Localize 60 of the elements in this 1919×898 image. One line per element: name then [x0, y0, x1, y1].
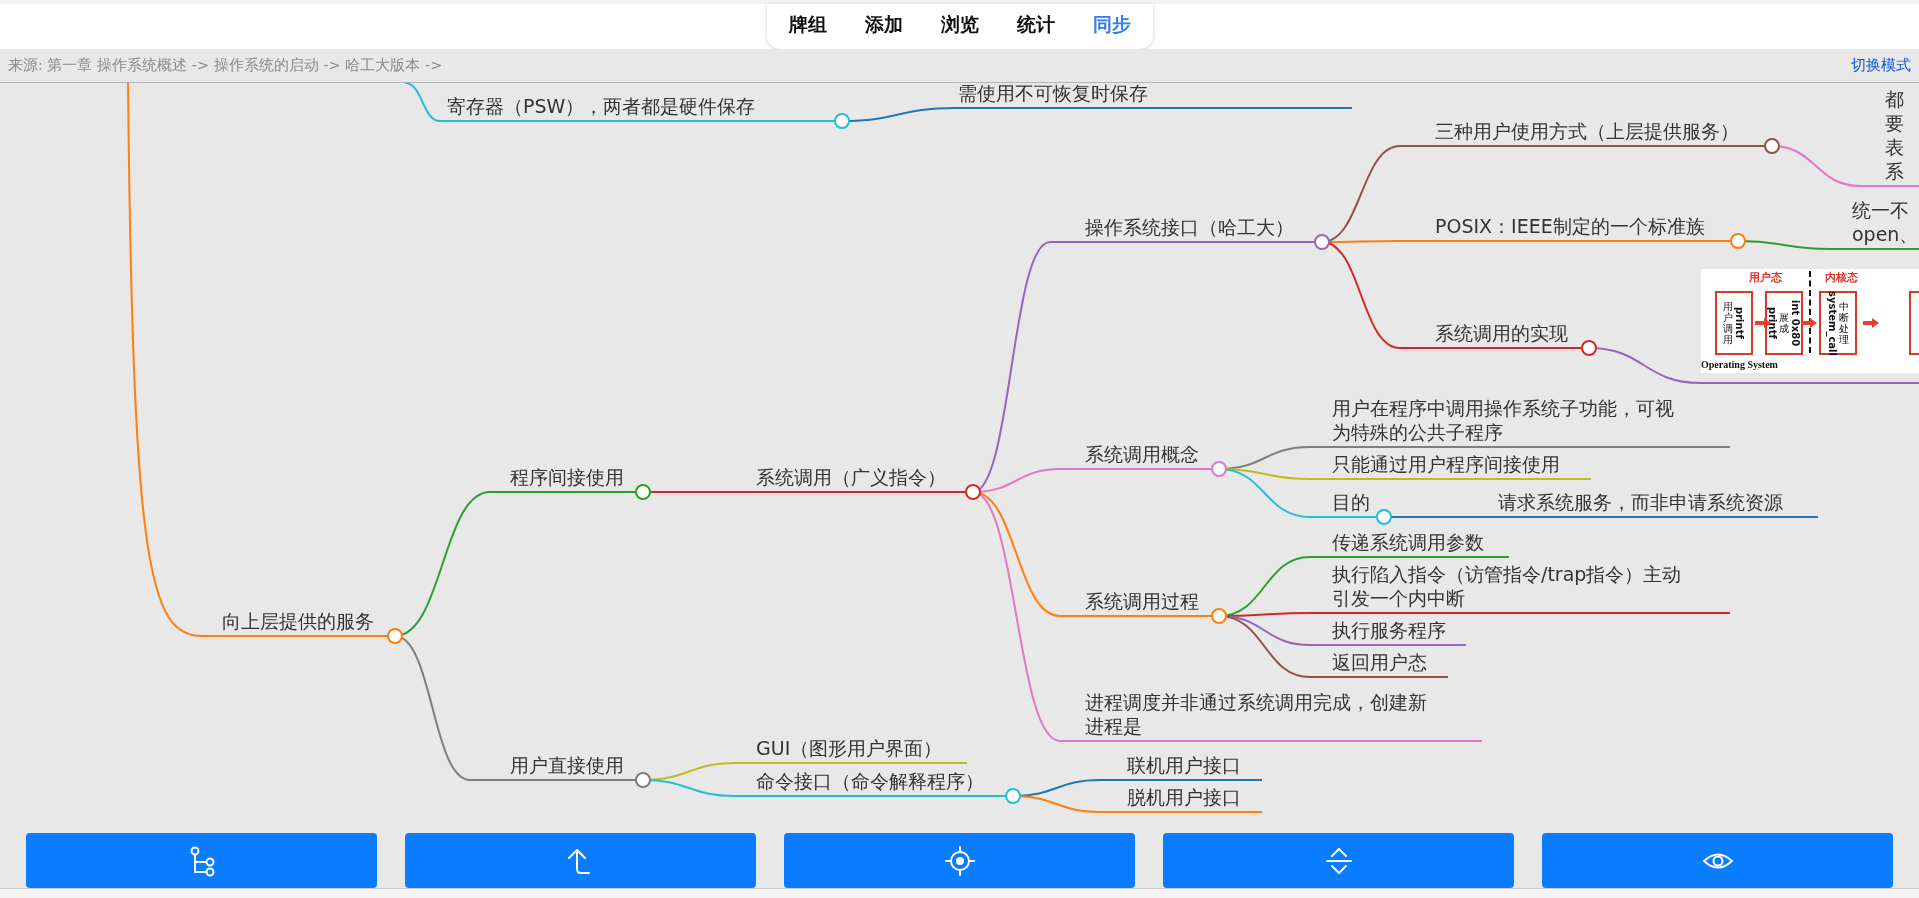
node-label: 程序间接使用 [510, 465, 624, 489]
arrow-icon [1801, 318, 1817, 328]
node-label: 需使用不可恢复时保存 [958, 81, 1148, 105]
diagram-text: printf [1734, 307, 1745, 339]
arrow-icon [1863, 318, 1879, 328]
node-toggle[interactable] [1764, 138, 1780, 154]
nav-tab[interactable]: 统计 [1016, 6, 1055, 43]
diagram-caption: Operating System [1701, 358, 1778, 372]
node-label: GUI（图形用户界面） [756, 736, 943, 760]
node-label: 传递系统调用参数 [1332, 530, 1484, 554]
nav-tab[interactable]: 同步 [1092, 6, 1131, 43]
diagram-label: 用户态 [1749, 270, 1782, 286]
diagram-text: int 0x80 [1790, 299, 1801, 347]
nav-tab[interactable]: 添加 [864, 6, 903, 43]
node-toggle[interactable] [635, 772, 651, 788]
node-label: 进程调度并非通过系统调用完成，创建新 进程是 [1085, 690, 1427, 738]
node-toggle[interactable] [1730, 233, 1746, 249]
node-label: 目的 [1332, 490, 1370, 514]
node-label: 向上层提供的服务 [222, 609, 374, 633]
node-label: 脱机用户接口 [1127, 785, 1241, 809]
breadcrumb-path: 来源: 第一章 操作系统概述 -> 操作系统的启动 -> 哈工大版本 -> [8, 55, 443, 75]
node-label: 三种用户使用方式（上层提供服务） [1435, 119, 1739, 143]
node-label: 都 要 表 系 [1885, 87, 1904, 183]
node-toggle[interactable] [1581, 340, 1597, 356]
node-label: 联机用户接口 [1127, 753, 1241, 777]
node-toggle[interactable] [387, 628, 403, 644]
node-label: POSIX：IEEE制定的一个标准族 [1435, 214, 1705, 238]
node-toggle[interactable] [834, 113, 850, 129]
node-toggle[interactable] [1376, 509, 1392, 525]
diagram-text: system_call [1827, 290, 1838, 356]
node-label: 只能通过用户程序间接使用 [1332, 452, 1560, 476]
node-toggle[interactable] [1005, 788, 1021, 804]
node-label: 执行陷入指令（访管指令/trap指令）主动 引发一个内中断 [1332, 562, 1682, 610]
node-label: 用户直接使用 [510, 753, 624, 777]
node-label: 操作系统接口（哈工大） [1085, 215, 1294, 239]
node-label: 系统调用过程 [1085, 589, 1199, 613]
node-label: 请求系统服务，而非申请系统资源 [1498, 490, 1783, 514]
node-toggle[interactable] [1211, 608, 1227, 624]
node-toggle[interactable] [635, 484, 651, 500]
switch-mode-link[interactable]: 切换模式 [1851, 54, 1911, 77]
diagram-text: 用户调用 [1723, 301, 1733, 345]
node-label: 返回用户态 [1332, 650, 1427, 674]
node-toggle[interactable] [1211, 461, 1227, 477]
diagram-text: 展成 [1779, 312, 1789, 334]
node-label: 用户在程序中调用操作系统子功能，可视 为特殊的公共子程序 [1332, 396, 1674, 444]
node-label: 系统调用的实现 [1435, 321, 1568, 345]
diagram-text: 中断处理 [1839, 301, 1849, 345]
node-label: 执行服务程序 [1332, 618, 1446, 642]
node-label: 系统调用（广义指令） [756, 465, 946, 489]
diagram-text: printf [1767, 307, 1778, 339]
nav-tab[interactable]: 牌组 [788, 6, 827, 43]
node-toggle[interactable] [1314, 234, 1330, 250]
target-icon [943, 844, 976, 877]
node-toggle[interactable] [965, 484, 981, 500]
node-label: 系统调用概念 [1085, 442, 1199, 466]
node-label: 统一不 open、 [1852, 198, 1919, 246]
diagram-label: 内核态 [1825, 270, 1858, 286]
nav-tab[interactable]: 浏览 [940, 6, 979, 43]
node-label: 寄存器（PSW），两者都是硬件保存 [447, 94, 756, 118]
node-label: 命令接口（命令解释程序） [756, 769, 984, 793]
